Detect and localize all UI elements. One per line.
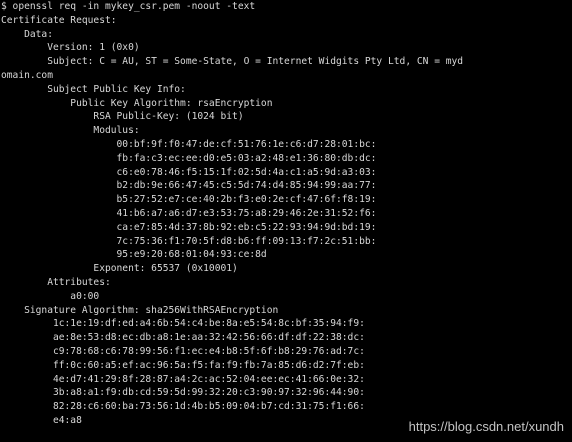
terminal-line: Attributes: — [1, 276, 111, 288]
terminal-line: c9:78:68:c6:78:99:56:f1:ec:e4:b8:5f:6f:b… — [1, 345, 365, 357]
terminal-line: c6:e0:78:46:f5:15:1f:02:5d:4a:c1:a5:9d:a… — [1, 166, 377, 178]
terminal-line: Version: 1 (0x0) — [1, 42, 140, 54]
terminal-line: Subject: C = AU, ST = Some-State, O = In… — [1, 56, 464, 68]
terminal-line: 41:b6:a7:a6:d7:e3:53:75:a8:29:46:2e:31:5… — [1, 207, 377, 219]
terminal-line: Modulus: — [1, 125, 140, 137]
terminal-line: 7c:75:36:f1:70:5f:d8:b6:ff:09:13:f7:2c:5… — [1, 235, 377, 247]
terminal-line: Data: — [1, 28, 53, 40]
terminal-line: RSA Public-Key: (1024 bit) — [1, 111, 244, 123]
terminal-line: Certificate Request: — [1, 14, 117, 26]
terminal-line: $ openssl req -in mykey_csr.pem -noout -… — [1, 1, 256, 12]
terminal-line: Subject Public Key Info: — [1, 83, 186, 95]
terminal-line: ae:8e:53:d8:ec:db:a8:1e:aa:32:42:56:66:d… — [1, 332, 365, 344]
terminal-line: 00:bf:9f:f0:47:de:cf:51:76:1e:c6:d7:28:0… — [1, 138, 377, 150]
terminal-line: a0:00 — [1, 290, 100, 302]
terminal-line: Exponent: 65537 (0x10001) — [1, 263, 238, 275]
terminal-line: omain.com — [1, 69, 53, 81]
terminal-line: Public Key Algorithm: rsaEncryption — [1, 97, 273, 109]
terminal-line: ca:e7:85:4d:37:8b:92:eb:c5:22:93:94:9d:b… — [1, 221, 377, 233]
terminal-line: fb:fa:c3:ec:ee:d0:e5:03:a2:48:e1:36:80:d… — [1, 152, 377, 164]
watermark: https://blog.csdn.net/xundh — [408, 419, 564, 435]
terminal-line: ff:0c:60:a5:ef:ac:96:5a:f5:fa:f9:fb:7a:8… — [1, 359, 365, 371]
terminal-window[interactable]: $ openssl req -in mykey_csr.pem -noout -… — [0, 0, 572, 442]
terminal-line: 3b:a8:a1:f9:db:cd:59:5d:99:32:20:c3:90:9… — [1, 387, 365, 399]
terminal-line: 82:28:c6:60:ba:73:56:1d:4b:b5:09:04:b7:c… — [1, 401, 365, 413]
terminal-line: b5:27:52:e7:ce:40:2b:f3:e0:2e:cf:47:6f:f… — [1, 194, 377, 206]
terminal-line: 1c:1e:19:df:ed:a4:6b:54:c4:be:8a:e5:54:8… — [1, 318, 365, 330]
terminal-line: 4e:d7:41:29:8f:28:87:a4:2c:ac:52:04:ee:e… — [1, 373, 365, 385]
terminal-line: 95:e9:20:68:01:04:93:ce:8d — [1, 249, 267, 261]
terminal-line: b2:db:9e:66:47:45:c5:5d:74:d4:85:94:99:a… — [1, 180, 377, 192]
terminal-line: Signature Algorithm: sha256WithRSAEncryp… — [1, 304, 279, 316]
